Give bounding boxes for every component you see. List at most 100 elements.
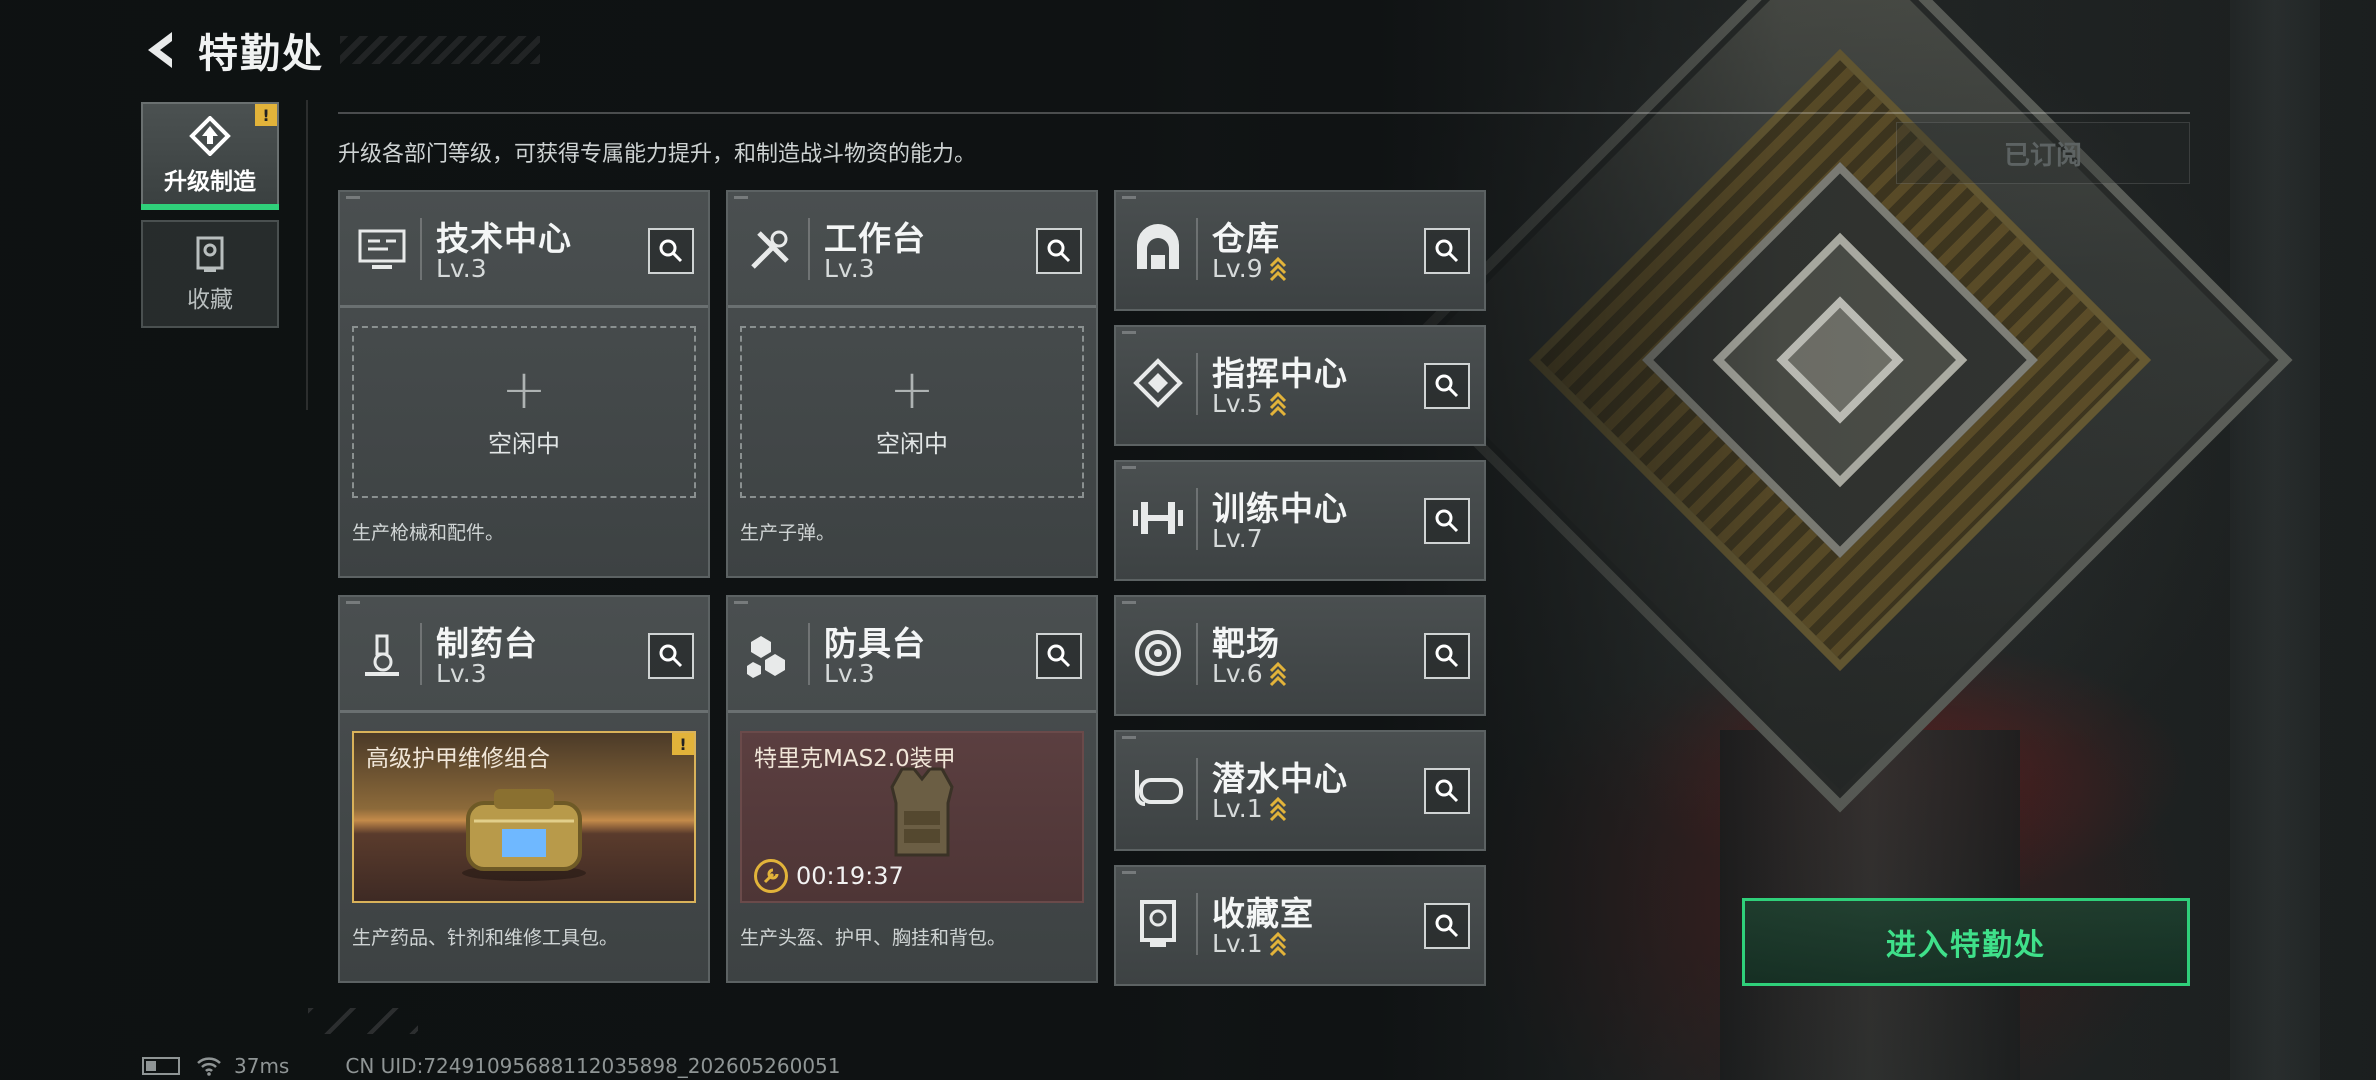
repair-kit-icon: [462, 789, 586, 881]
back-arrow-icon[interactable]: [140, 26, 184, 74]
search-icon: [659, 239, 683, 263]
department-card-pharmacy: 制药台 Lv.3 高级护甲维修组合 ! 生产药品、针剂和维修工具包。: [338, 595, 710, 983]
upgrade-chevron-icon: [1269, 256, 1286, 281]
inspect-button[interactable]: [1424, 363, 1470, 409]
department-card-armor: 防具台 Lv.3 特里克MAS2.0装甲 00:19:37 生产头盔、护甲、胸挂…: [726, 595, 1098, 983]
department-card-warehouse: 仓库 Lv.9: [1114, 190, 1486, 311]
trophy-icon: [196, 236, 224, 272]
department-card-workbench: 工作台 Lv.3 + 空闲中 生产子弹。: [726, 190, 1098, 578]
page-header: 特勤处: [140, 22, 540, 78]
nav-item-collection[interactable]: 收藏: [141, 220, 279, 328]
divider: [338, 112, 2190, 114]
decoration-stripes: [308, 1008, 418, 1034]
inspect-button[interactable]: [1036, 633, 1082, 679]
alert-badge: !: [255, 104, 277, 126]
upgrade-chevron-icon: [1269, 661, 1286, 686]
production-timer: 00:19:37: [754, 859, 904, 893]
department-name: 防具台: [824, 624, 926, 663]
department-name: 指挥中心: [1212, 354, 1348, 393]
department-card-training: 训练中心 Lv.7: [1114, 460, 1486, 581]
department-level: Lv.5: [1212, 389, 1287, 418]
department-level: Lv.3: [824, 659, 875, 688]
search-icon: [1435, 239, 1459, 263]
search-icon: [1047, 644, 1071, 668]
department-description: 生产头盔、护甲、胸挂和背包。: [740, 927, 1007, 949]
side-navigation: ! 升级制造 收藏: [141, 102, 279, 338]
search-icon: [1047, 239, 1071, 263]
battery-icon: [142, 1057, 180, 1075]
tools-icon: [742, 222, 798, 278]
department-name: 仓库: [1212, 219, 1280, 258]
trophy-icon: [1130, 895, 1186, 951]
department-level: Lv.9: [1212, 254, 1287, 283]
dumbbell-icon: [1130, 490, 1186, 546]
target-icon: [1130, 625, 1186, 681]
upgrade-icon: [189, 116, 231, 156]
inspect-button[interactable]: [1424, 903, 1470, 949]
department-name: 收藏室: [1212, 894, 1314, 933]
production-slot[interactable]: 特里克MAS2.0装甲 00:19:37: [740, 731, 1084, 903]
department-level: Lv.1: [1212, 794, 1287, 823]
enter-special-ops-button[interactable]: 进入特勤处: [1742, 898, 2190, 986]
inspect-button[interactable]: [1424, 228, 1470, 274]
search-icon: [1435, 644, 1459, 668]
divider: [306, 100, 308, 410]
production-slot[interactable]: + 空闲中: [352, 326, 696, 498]
command-chip-icon: [1130, 355, 1186, 411]
plus-icon: +: [889, 357, 935, 421]
nav-item-upgrade[interactable]: ! 升级制造: [141, 102, 279, 210]
monitor-icon: [354, 222, 410, 278]
department-name: 训练中心: [1212, 489, 1348, 528]
title-decoration: [340, 36, 540, 64]
department-name: 潜水中心: [1212, 759, 1348, 798]
page-title: 特勤处: [198, 31, 324, 77]
department-card-diving: 潜水中心 Lv.1: [1114, 730, 1486, 851]
slot-status: 空闲中: [876, 429, 948, 458]
upgrade-chevron-icon: [1269, 391, 1286, 416]
cubes-icon: [742, 627, 798, 683]
inspect-button[interactable]: [648, 228, 694, 274]
inspect-button[interactable]: [1424, 633, 1470, 679]
wifi-icon: [197, 1057, 221, 1076]
diving-mask-icon: [1130, 760, 1186, 816]
inspect-button[interactable]: [648, 633, 694, 679]
microscope-icon: [354, 627, 410, 683]
production-slot[interactable]: 高级护甲维修组合 !: [352, 731, 696, 903]
search-icon: [1435, 779, 1459, 803]
nav-item-label: 收藏: [187, 287, 233, 313]
department-description: 生产药品、针剂和维修工具包。: [352, 927, 619, 949]
wrench-clock-icon: [754, 859, 788, 893]
department-description: 生产子弹。: [740, 522, 836, 544]
department-level: Lv.7: [1212, 524, 1263, 553]
department-level: Lv.1: [1212, 929, 1287, 958]
search-icon: [659, 644, 683, 668]
search-icon: [1435, 914, 1459, 938]
ping-value: 37ms: [234, 1054, 290, 1078]
slot-status: 空闲中: [488, 429, 560, 458]
department-level: Lv.3: [436, 254, 487, 283]
inspect-button[interactable]: [1424, 498, 1470, 544]
inspect-button[interactable]: [1036, 228, 1082, 274]
department-card-collection: 收藏室 Lv.1: [1114, 865, 1486, 986]
user-uid: CN UID:72491095688112035898_202605260051: [345, 1054, 841, 1078]
upgrade-chevron-icon: [1269, 796, 1286, 821]
search-icon: [1435, 374, 1459, 398]
department-level: Lv.3: [436, 659, 487, 688]
subscribed-button[interactable]: 已订阅: [1896, 122, 2190, 184]
plus-icon: +: [501, 357, 547, 421]
department-card-tech: 技术中心 Lv.3 + 空闲中 生产枪械和配件。: [338, 190, 710, 578]
status-bar: 37ms CN UID:72491095688112035898_2026052…: [142, 1054, 841, 1078]
alert-badge: !: [672, 733, 694, 755]
production-slot[interactable]: + 空闲中: [740, 326, 1084, 498]
body-armor-icon: [890, 767, 954, 857]
inspect-button[interactable]: [1424, 768, 1470, 814]
department-name: 靶场: [1212, 624, 1280, 663]
item-name: 高级护甲维修组合: [366, 746, 550, 772]
nav-item-label: 升级制造: [164, 169, 256, 195]
department-level: Lv.6: [1212, 659, 1287, 688]
warehouse-icon: [1130, 220, 1186, 276]
description-text: 升级各部门等级，可获得专属能力提升，和制造战斗物资的能力。: [338, 142, 977, 167]
department-name: 技术中心: [436, 219, 572, 258]
department-name: 制药台: [436, 624, 538, 663]
department-name: 工作台: [824, 219, 926, 258]
